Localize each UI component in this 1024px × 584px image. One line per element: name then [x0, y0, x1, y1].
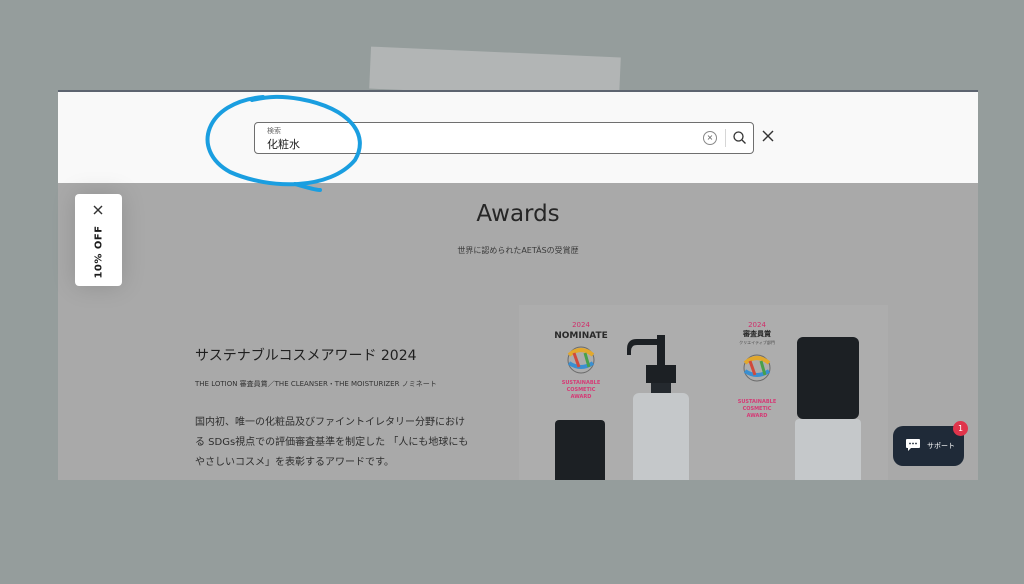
awards-subtitle: 世界に認められたAETÄSの受賞歴: [457, 246, 579, 255]
search-bar: 検索 化粧水 ×: [58, 92, 978, 183]
bottle-left: [555, 420, 605, 480]
badge-left-line3: AWARD: [571, 394, 592, 400]
awards-section: Awards 世界に認められたAETÄSの受賞歴 サステナブルコスメアワード 2…: [58, 183, 978, 480]
award-description: 国内初、唯一の化粧品及びファイントイレタリー分野における SDGs視点での評価審…: [195, 417, 469, 468]
search-input[interactable]: 検索 化粧水 ×: [254, 122, 754, 154]
search-icon[interactable]: [731, 129, 749, 147]
badge-right-year: 2024: [748, 321, 766, 329]
discount-label[interactable]: 10% OFF: [94, 225, 105, 278]
award-product-image: 2024 NOMINATE SUSTAINABLE COSMETIC AWARD…: [519, 305, 888, 480]
search-field-label: 検索: [267, 127, 281, 135]
support-label: サポート: [927, 442, 955, 450]
badge-right-line1: SUSTAINABLE: [738, 399, 777, 405]
badge-left-title: NOMINATE: [554, 331, 608, 341]
search-query[interactable]: 化粧水: [267, 136, 300, 152]
badge-right-title: 審査員賞: [742, 329, 771, 338]
award-meta: THE LOTION 審査員賞／THE CLEANSER・THE MOISTUR…: [195, 380, 437, 388]
badge-left-year: 2024: [572, 321, 590, 329]
discount-popup-tab[interactable]: 10% OFF: [75, 194, 122, 286]
awards-title: Awards: [476, 201, 560, 227]
jar-bottle: [795, 337, 861, 480]
badge-left-line1: SUSTAINABLE: [562, 380, 601, 386]
badge-left-line2: COSMETIC: [567, 387, 596, 393]
search-divider: [725, 129, 726, 147]
notification-badge: 1: [953, 421, 968, 436]
award-heading: サステナブルコスメアワード 2024: [195, 348, 417, 364]
badge-right-category: クリエイティブ部門: [739, 339, 775, 345]
website-screenshot: 検索 化粧水 × Awards 世界に認められたAETÄSの受賞歴 サステナブル…: [58, 90, 978, 480]
clear-search-button[interactable]: ×: [703, 131, 717, 145]
badge-right-line2: COSMETIC: [743, 406, 772, 412]
badge-right-line3: AWARD: [747, 413, 768, 419]
close-icon[interactable]: [92, 204, 104, 216]
product-photo: 2024 NOMINATE SUSTAINABLE COSMETIC AWARD…: [519, 305, 888, 480]
close-search-icon[interactable]: [761, 129, 775, 143]
chat-bubble-icon: [906, 439, 920, 451]
